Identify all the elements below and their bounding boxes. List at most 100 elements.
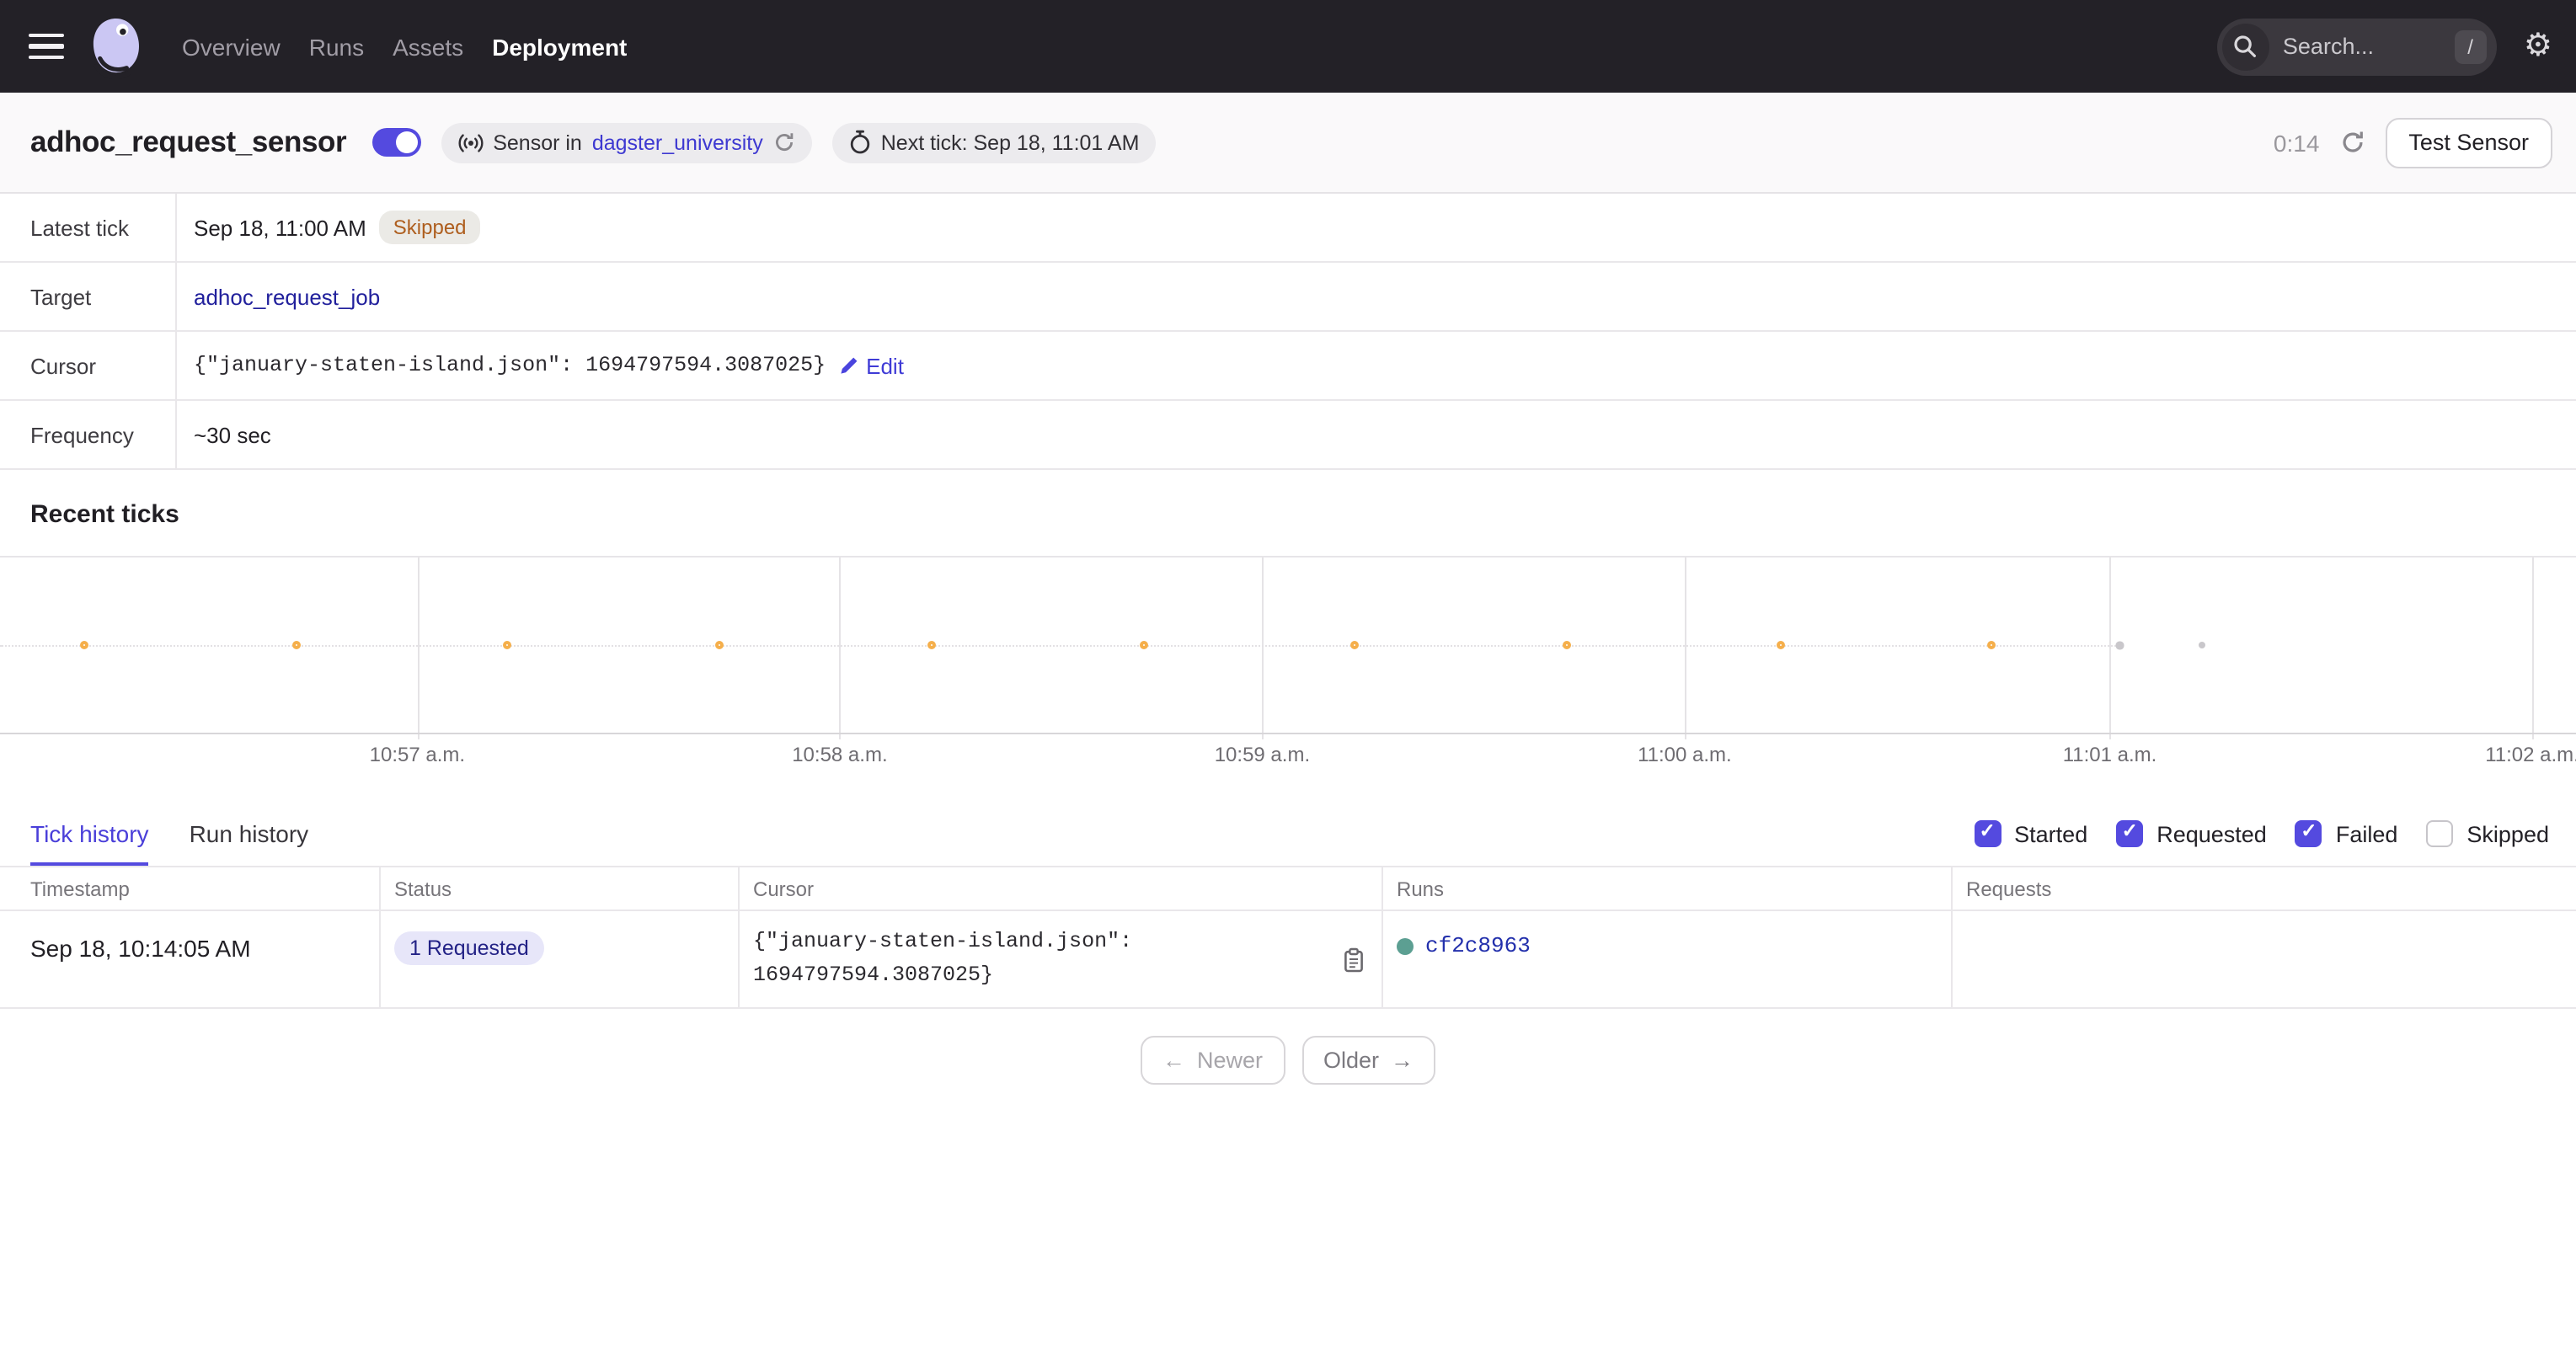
col-header-requests: Requests [1953, 867, 2576, 910]
requested-status-badge: 1 Requested [394, 931, 544, 965]
checkbox-requested[interactable]: ✓ [2116, 820, 2143, 847]
sensor-title: adhoc_request_sensor [30, 125, 346, 160]
checkbox-skipped[interactable]: ✓ [2426, 820, 2453, 847]
filter-skipped[interactable]: ✓ Skipped [2426, 820, 2549, 847]
table-row: Sep 18, 10:14:05 AM 1 Requested {"januar… [0, 911, 2576, 1009]
tick-dot-skipped[interactable] [1776, 641, 1784, 649]
chart-gridline [1685, 557, 1686, 739]
history-section: Tick history Run history ✓ Started ✓ Req… [0, 773, 2576, 1085]
refresh-countdown: 0:14 [2274, 129, 2320, 156]
detail-label: Latest tick [0, 194, 175, 261]
tick-dot-skipped[interactable] [714, 641, 723, 649]
nav-deployment[interactable]: Deployment [492, 33, 627, 60]
frequency-value: ~30 sec [194, 422, 271, 447]
axis-tick-label: 10:58 a.m. [792, 743, 887, 766]
code-location-link[interactable]: dagster_university [592, 131, 763, 154]
check-icon: ✓ [2122, 824, 2138, 844]
cell-status: 1 Requested [381, 911, 740, 1007]
tick-dot-skipped[interactable] [1562, 641, 1570, 649]
dagster-logo-icon[interactable] [88, 14, 145, 78]
chart-gridline [2110, 557, 2112, 739]
skipped-status-badge: Skipped [380, 211, 480, 244]
checkbox-failed[interactable]: ✓ [2295, 820, 2322, 847]
detail-row-cursor: Cursor {"january-staten-island.json": 16… [0, 332, 2576, 401]
tick-dot-skipped[interactable] [1987, 641, 1996, 649]
primary-nav: Overview Runs Assets Deployment [182, 33, 627, 60]
tick-dot-skipped[interactable] [292, 641, 301, 649]
search-placeholder: Search... [2283, 34, 2454, 59]
filter-started[interactable]: ✓ Started [1974, 820, 2087, 847]
search-shortcut-key: / [2454, 29, 2487, 63]
tick-dot-endpoint [2116, 642, 2124, 649]
copy-cursor-icon[interactable] [1343, 947, 1365, 972]
sensor-location-pill: Sensor in dagster_university [441, 122, 812, 163]
recent-ticks-heading: Recent ticks [30, 500, 2576, 529]
sensor-header: adhoc_request_sensor Sensor in dagster_u… [0, 93, 2576, 194]
topbar: Overview Runs Assets Deployment Search..… [0, 0, 2576, 93]
cursor-edit-link[interactable]: Edit [839, 353, 904, 378]
tick-dot-pending[interactable] [2199, 642, 2206, 648]
check-icon: ✓ [2301, 824, 2317, 844]
toggle-knob [395, 131, 417, 153]
history-tabs: Tick history Run history [30, 820, 308, 866]
table-header-row: Timestamp Status Cursor Runs Requests [0, 866, 2576, 911]
detail-label: Frequency [0, 401, 175, 468]
cell-runs: cf2c8963 [1383, 911, 1953, 1007]
run-id-link[interactable]: cf2c8963 [1425, 933, 1531, 958]
pagination: ← Newer Older → [0, 1036, 2576, 1085]
cursor-line-2: 1694797594.3087025} [753, 959, 1132, 992]
tick-timeline-line [0, 645, 2120, 647]
sensor-toggle[interactable] [371, 128, 420, 157]
status-filters: ✓ Started ✓ Requested ✓ Failed ✓ Skipped [1974, 820, 2549, 847]
tick-dot-skipped[interactable] [1140, 641, 1148, 649]
tab-tick-history[interactable]: Tick history [30, 820, 149, 866]
tick-dot-skipped[interactable] [81, 641, 89, 649]
dagster-app: Overview Runs Assets Deployment Search..… [0, 0, 2576, 1085]
reload-location-icon[interactable] [773, 131, 795, 153]
recent-ticks-chart: 10:57 a.m.10:58 a.m.10:59 a.m.11:00 a.m.… [0, 557, 2576, 773]
col-header-status: Status [381, 867, 740, 910]
chart-gridline [417, 557, 419, 739]
tick-dot-skipped[interactable] [1351, 641, 1360, 649]
newer-button[interactable]: ← Newer [1141, 1036, 1285, 1085]
timer-icon [849, 130, 871, 155]
cell-timestamp: Sep 18, 10:14:05 AM [0, 911, 381, 1007]
tick-dot-skipped[interactable] [928, 641, 937, 649]
latest-tick-value: Sep 18, 11:00 AM [194, 215, 366, 240]
older-button[interactable]: Older → [1301, 1036, 1435, 1085]
col-header-cursor: Cursor [740, 867, 1383, 910]
detail-row-latest-tick: Latest tick Sep 18, 11:00 AM Skipped [0, 194, 2576, 263]
chart-gridline [1262, 557, 1264, 739]
checkbox-started[interactable]: ✓ [1974, 820, 2001, 847]
tick-history-table: Timestamp Status Cursor Runs Requests Se… [0, 866, 2576, 1009]
chart-gridline [2532, 557, 2534, 739]
axis-tick-label: 11:01 a.m. [2063, 743, 2157, 766]
next-tick-pill: Next tick: Sep 18, 11:01 AM [832, 122, 1157, 163]
search-input[interactable]: Search... / [2217, 18, 2497, 75]
nav-runs[interactable]: Runs [309, 33, 364, 60]
recent-ticks-axis-labels: 10:57 a.m.10:58 a.m.10:59 a.m.11:00 a.m.… [0, 733, 2576, 773]
tab-run-history[interactable]: Run history [190, 820, 309, 866]
test-sensor-button[interactable]: Test Sensor [2385, 117, 2552, 168]
filter-failed[interactable]: ✓ Failed [2295, 820, 2398, 847]
menu-icon[interactable] [29, 33, 64, 60]
arrow-right-icon: → [1391, 1048, 1414, 1073]
target-job-link[interactable]: adhoc_request_job [194, 284, 380, 309]
chart-gridline [840, 557, 842, 739]
pencil-icon [839, 355, 859, 376]
cell-cursor: {"january-staten-island.json": 169479759… [740, 911, 1383, 1007]
refresh-icon[interactable] [2339, 130, 2365, 155]
axis-tick-label: 11:00 a.m. [1638, 743, 1732, 766]
next-tick-label: Next tick: Sep 18, 11:01 AM [881, 131, 1140, 154]
settings-gear-icon[interactable]: ⚙ [2524, 30, 2552, 62]
col-header-runs: Runs [1383, 867, 1953, 910]
tick-dot-skipped[interactable] [503, 641, 511, 649]
cursor-value: {"january-staten-island.json": 169479759… [194, 354, 826, 377]
filter-requested[interactable]: ✓ Requested [2116, 820, 2267, 847]
recent-ticks-plot [0, 557, 2576, 733]
nav-assets[interactable]: Assets [393, 33, 463, 60]
axis-tick-label: 10:57 a.m. [370, 743, 465, 766]
recent-ticks-section: Recent ticks 10:57 a.m.10:58 a.m.10:59 a… [0, 470, 2576, 773]
detail-label: Target [0, 263, 175, 330]
nav-overview[interactable]: Overview [182, 33, 281, 60]
